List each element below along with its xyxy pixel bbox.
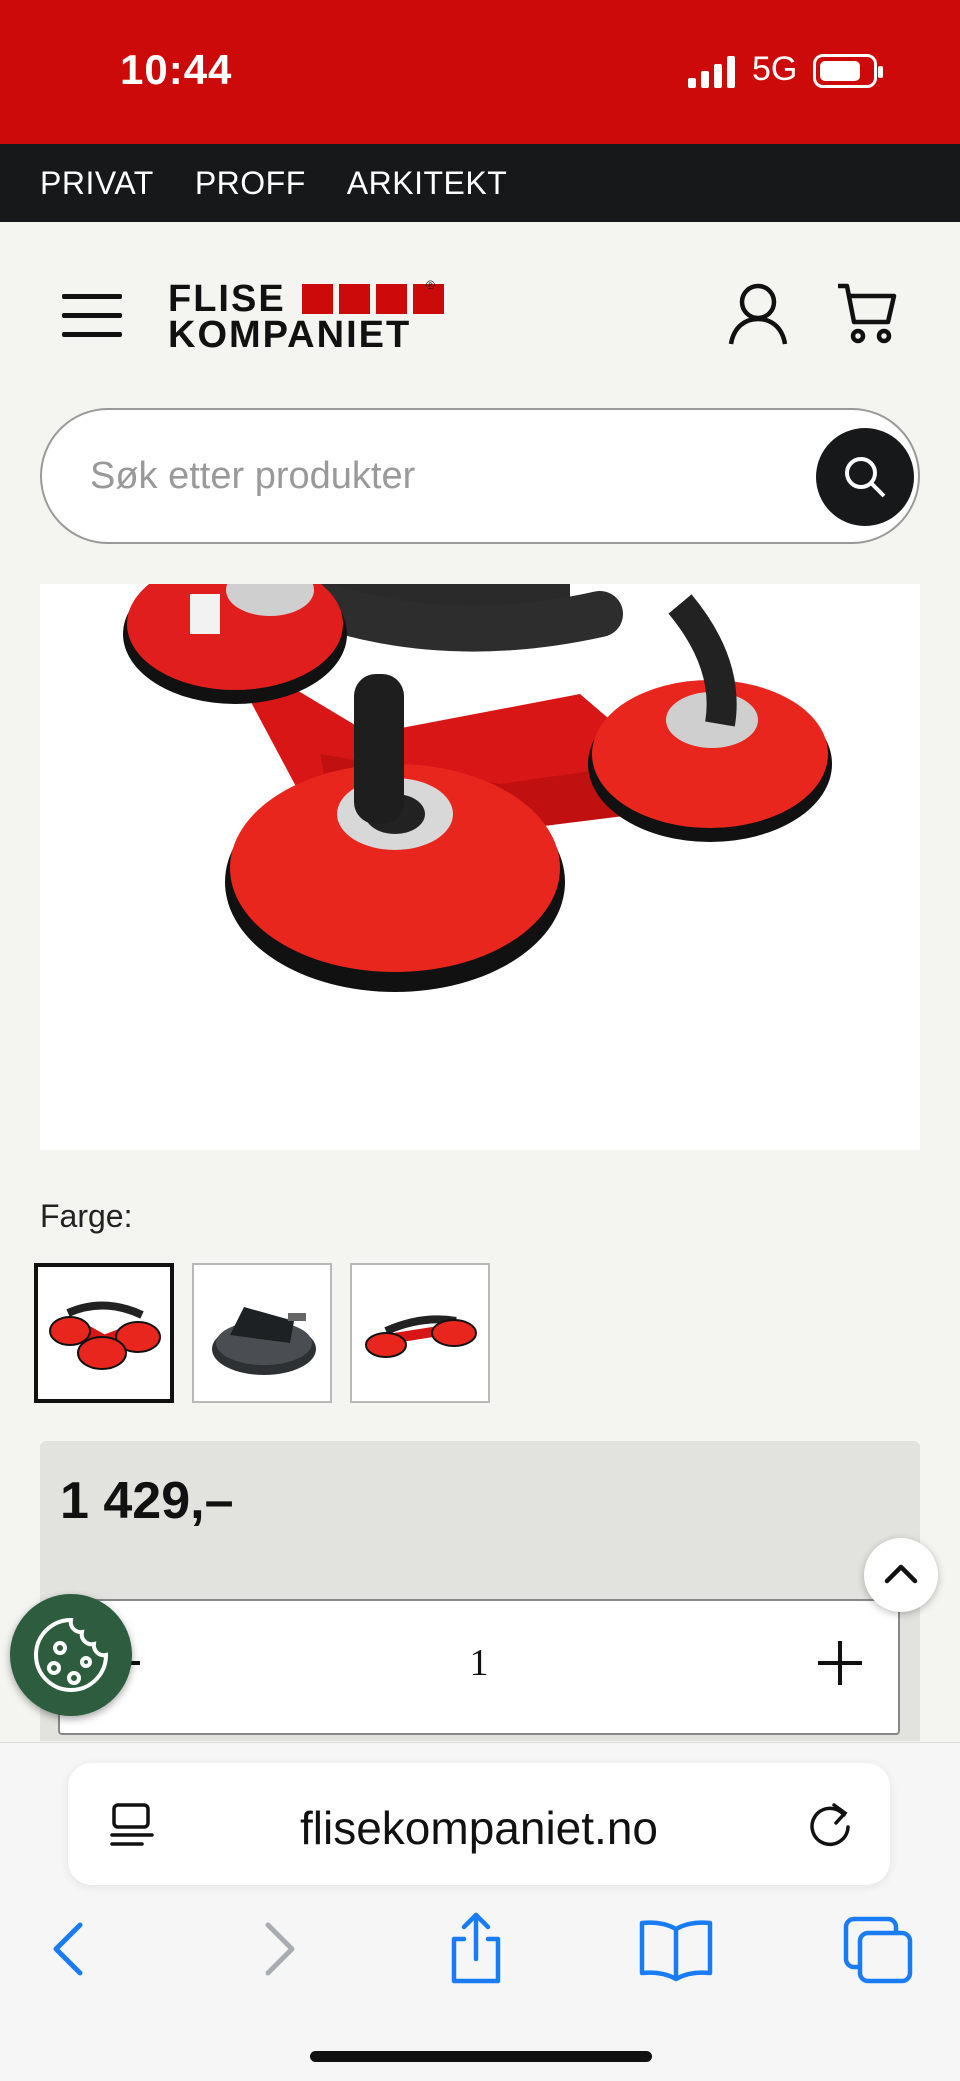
url-text: flisekompaniet.no xyxy=(300,1802,658,1854)
color-swatch-black-single[interactable] xyxy=(192,1263,332,1403)
bookmarks-icon[interactable] xyxy=(636,1909,716,1989)
logo-squares xyxy=(302,284,444,314)
search-input[interactable] xyxy=(90,438,790,514)
back-icon[interactable] xyxy=(30,1909,110,1989)
status-time: 10:44 xyxy=(120,46,233,93)
price-box: 1 429,– 1 xyxy=(40,1441,920,1741)
forward-icon[interactable] xyxy=(238,1909,318,1989)
color-swatch-double-red[interactable] xyxy=(350,1263,490,1403)
search-button[interactable] xyxy=(816,428,914,526)
search-bar xyxy=(40,408,920,544)
cart-icon[interactable] xyxy=(836,282,898,344)
browser-chrome: flisekompaniet.no xyxy=(0,1742,960,2081)
scroll-to-top-button[interactable] xyxy=(864,1538,938,1612)
logo-text-line2: KOMPANIET xyxy=(168,314,412,356)
site-header: FLISE ® KOMPANIET xyxy=(0,222,960,408)
color-swatches xyxy=(34,1263,490,1403)
search-icon xyxy=(845,457,886,498)
home-indicator xyxy=(310,2051,652,2062)
chevron-up-icon xyxy=(884,1564,918,1584)
cellular-signal-icon xyxy=(688,56,735,88)
battery-icon xyxy=(813,54,883,88)
address-bar[interactable]: flisekompaniet.no xyxy=(68,1763,890,1885)
segment-arkitekt-link[interactable]: ARKITEKT xyxy=(347,165,507,202)
cookie-icon xyxy=(34,1617,109,1692)
quantity-increase-button[interactable] xyxy=(818,1641,862,1685)
network-type: 5G xyxy=(752,50,798,88)
segment-proff-link[interactable]: PROFF xyxy=(195,165,306,202)
status-bar: 10:44 5G xyxy=(0,0,960,144)
quantity-value[interactable]: 1 xyxy=(60,1641,898,1685)
color-swatch-triple-red[interactable] xyxy=(34,1263,174,1403)
product-image[interactable] xyxy=(40,584,920,1150)
segment-nav: PRIVAT PROFF ARKITEKT xyxy=(0,144,960,222)
share-icon[interactable] xyxy=(436,1909,516,1989)
tabs-icon[interactable] xyxy=(838,1909,918,1989)
product-price: 1 429,– xyxy=(60,1472,234,1530)
site-logo[interactable]: FLISE ® KOMPANIET xyxy=(168,278,448,358)
cookie-settings-button[interactable] xyxy=(10,1594,132,1716)
suction-lifter-image xyxy=(123,584,832,992)
reload-icon[interactable] xyxy=(804,1797,856,1849)
user-icon[interactable] xyxy=(728,282,788,346)
color-label: Farge: xyxy=(40,1198,133,1234)
quantity-stepper: 1 xyxy=(58,1599,900,1735)
menu-icon[interactable] xyxy=(62,294,122,338)
logo-registered-mark: ® xyxy=(426,278,435,292)
segment-privat-link[interactable]: PRIVAT xyxy=(40,165,154,202)
